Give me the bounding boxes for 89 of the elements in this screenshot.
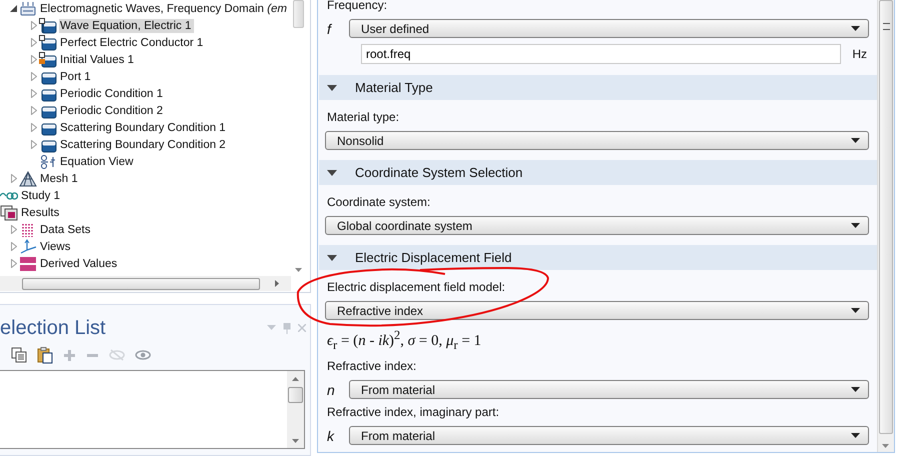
section-header[interactable]: Material Type xyxy=(319,75,877,100)
scroll-down-arrow-icon[interactable] xyxy=(292,439,299,443)
copy-icon[interactable] xyxy=(11,347,27,363)
collapse-arrow-icon xyxy=(327,170,337,176)
scroll-right-arrow-icon[interactable] xyxy=(275,280,279,287)
collapse-arrow-icon xyxy=(327,84,337,90)
dropdown-icon[interactable] xyxy=(267,325,276,331)
caret-icon xyxy=(851,432,860,438)
tree-item[interactable]: Results xyxy=(20,206,62,220)
dropdown[interactable]: Refractive index xyxy=(325,301,869,320)
dropdown[interactable]: Global coordinate system xyxy=(325,216,869,235)
close-icon[interactable] xyxy=(298,324,306,332)
boundary-node-icon xyxy=(39,52,57,68)
boundary-node-icon xyxy=(39,34,57,50)
field-label: Material type: xyxy=(327,110,400,124)
tree-item[interactable]: Derived Values xyxy=(39,256,120,270)
section-header[interactable]: Coordinate System Selection xyxy=(319,160,877,185)
caret-icon xyxy=(851,138,860,144)
field-label: Frequency: xyxy=(327,0,388,12)
pin-icon[interactable] xyxy=(283,322,291,334)
paste-icon[interactable] xyxy=(37,346,53,364)
axes-icon xyxy=(19,238,37,254)
tree-item[interactable]: Initial Values 1 xyxy=(59,52,137,66)
symbol-label: f xyxy=(326,20,333,36)
field-label: Refractive index, imaginary part: xyxy=(327,405,500,419)
plus-icon[interactable] xyxy=(63,348,76,362)
tree-item[interactable]: Data Sets xyxy=(39,222,94,236)
boundary-node-icon xyxy=(39,18,57,34)
expand-arrow-icon[interactable] xyxy=(30,72,36,81)
symbol-label: k xyxy=(326,428,336,444)
expand-arrow-icon[interactable] xyxy=(10,174,16,183)
physics-icon xyxy=(19,0,37,16)
dropdown[interactable]: From material xyxy=(349,426,869,445)
field-label: Refractive index: xyxy=(327,359,416,373)
triangle-mesh-icon xyxy=(19,170,37,186)
expand-arrow-icon[interactable] xyxy=(30,89,36,98)
scrollbar-thumb[interactable] xyxy=(293,0,304,28)
tree-item[interactable]: Periodic Condition 2 xyxy=(59,104,166,118)
scrollbar[interactable] xyxy=(0,276,291,291)
caret-icon xyxy=(851,308,860,314)
dropdown[interactable]: From material xyxy=(349,380,869,399)
collapse-arrow-icon xyxy=(327,254,337,260)
scrollbar-thumb[interactable] xyxy=(288,387,303,403)
scrollbar-thumb[interactable] xyxy=(879,0,893,434)
caret-icon xyxy=(851,26,860,32)
expand-arrow-icon[interactable] xyxy=(30,106,36,115)
tree-item[interactable]: Scattering Boundary Condition 2 xyxy=(59,138,229,152)
panel-title: election List xyxy=(0,316,106,340)
dropdown[interactable]: Nonsolid xyxy=(325,131,869,150)
scroll-down-arrow-icon[interactable] xyxy=(882,444,889,448)
field-label: Electric displacement field model: xyxy=(327,280,506,294)
tree-item[interactable]: Views xyxy=(39,240,74,254)
symbol-label: n xyxy=(326,382,336,398)
caret-icon xyxy=(851,222,860,228)
selection-list-box[interactable] xyxy=(0,370,305,449)
scroll-down-arrow-icon[interactable] xyxy=(295,268,302,272)
expand-arrow-icon[interactable] xyxy=(10,225,16,234)
tree-item[interactable]: Mesh 1 xyxy=(39,172,81,186)
tree-item[interactable]: Study 1 xyxy=(20,188,63,202)
unit-label: Hz xyxy=(851,47,868,61)
eye-icon[interactable] xyxy=(135,349,151,361)
dropdown[interactable]: User defined xyxy=(349,19,869,38)
scrollbar-thumb[interactable] xyxy=(22,278,260,290)
section-header[interactable]: Electric Displacement Field xyxy=(319,245,877,270)
results-icon xyxy=(0,204,18,220)
tree-item[interactable]: Equation View xyxy=(59,154,136,168)
expand-arrow-icon[interactable] xyxy=(10,259,16,268)
equation: ϵ$_{r}$ = (n - ik)$^{2}$, σ = 0, μ$_{r}$ = 1 xyxy=(327,327,482,354)
expand-arrow-icon[interactable] xyxy=(30,140,36,149)
tree-item[interactable]: Port 1 xyxy=(59,70,94,84)
expand-arrow-icon[interactable] xyxy=(30,38,36,47)
collapse-arrow-icon[interactable] xyxy=(10,5,17,12)
caret-icon xyxy=(851,386,860,392)
tree-item[interactable]: Wave Equation, Electric 1 xyxy=(59,18,194,32)
scrollbar[interactable] xyxy=(877,0,894,452)
expand-arrow-icon[interactable] xyxy=(30,21,36,30)
scroll-up-arrow-icon[interactable] xyxy=(292,377,299,381)
tree-item[interactable]: Perfect Electric Conductor 1 xyxy=(59,36,206,50)
tree-item[interactable]: Scattering Boundary Condition 1 xyxy=(59,120,229,134)
expand-arrow-icon[interactable] xyxy=(10,242,16,251)
equation-icon xyxy=(39,154,57,170)
scrollbar[interactable] xyxy=(287,371,304,448)
field-label: Coordinate system: xyxy=(327,195,430,209)
tree-item[interactable]: Electromagnetic Waves, Frequency Domain (em xyxy=(39,2,290,16)
input-field[interactable]: root.freq xyxy=(361,44,841,64)
tree-item[interactable]: Periodic Condition 1 xyxy=(59,86,166,100)
hide-icon[interactable] xyxy=(109,349,125,361)
expand-arrow-icon[interactable] xyxy=(30,123,36,132)
expand-arrow-icon[interactable] xyxy=(30,55,36,64)
